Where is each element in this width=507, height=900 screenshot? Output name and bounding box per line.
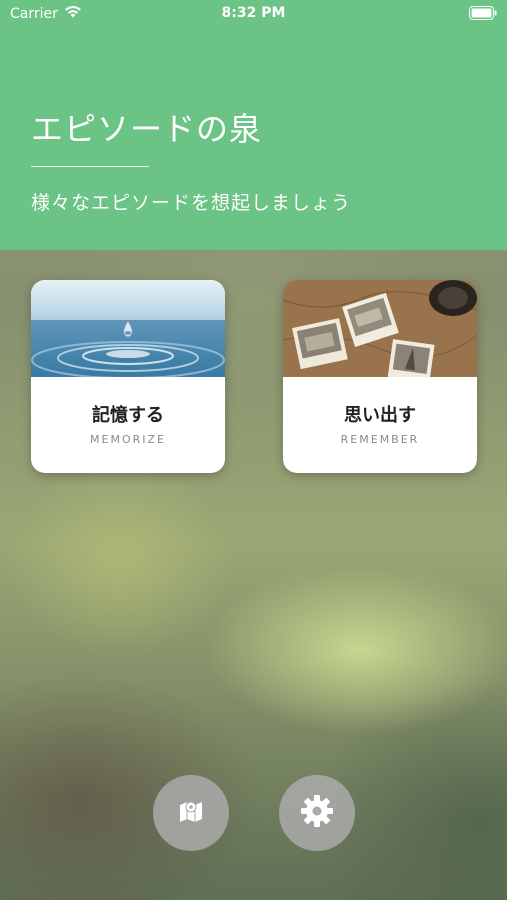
photos-on-map-image [283, 280, 477, 377]
remember-card-title: 思い出す [344, 405, 416, 426]
map-icon [176, 796, 206, 830]
gear-icon [298, 792, 336, 834]
header-banner: エピソードの泉 様々なエピソードを想起しましょう [0, 0, 507, 250]
remember-card[interactable]: 思い出す REMEMBER [283, 280, 477, 473]
memorize-card-title: 記憶する [92, 405, 164, 426]
map-button[interactable] [153, 775, 229, 851]
remember-card-subtitle: REMEMBER [340, 433, 420, 446]
clock: 8:32 PM [221, 5, 286, 21]
settings-button[interactable] [279, 775, 355, 851]
page-subtitle: 様々なエピソードを想起しましょう [31, 192, 352, 214]
battery-icon [469, 6, 497, 24]
page-title: エピソードの泉 [31, 110, 263, 148]
water-drop-image [31, 280, 225, 377]
memorize-card-subtitle: MEMORIZE [90, 433, 166, 446]
title-divider [31, 166, 149, 167]
status-bar: Carrier 8:32 PM [0, 0, 507, 28]
memorize-card[interactable]: 記憶する MEMORIZE [31, 280, 225, 473]
